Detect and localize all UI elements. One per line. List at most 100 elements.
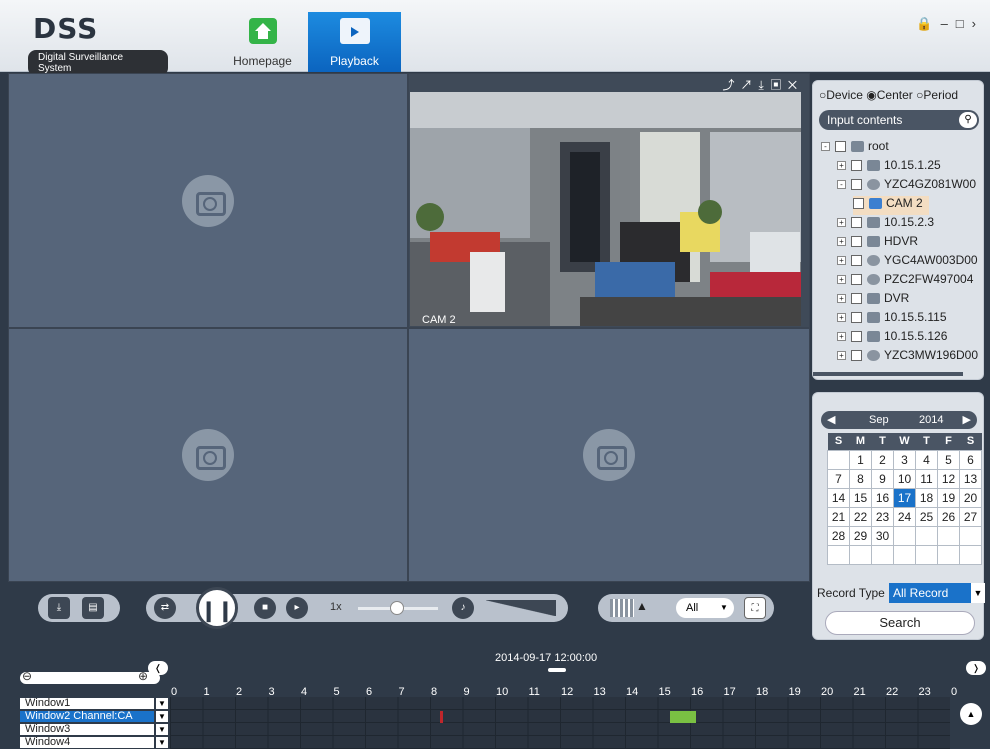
radio-device[interactable]: ○Device bbox=[819, 88, 863, 102]
tree-checkbox[interactable] bbox=[853, 198, 864, 210]
tree-node[interactable]: - root bbox=[821, 139, 889, 158]
window-mode-select[interactable]: All bbox=[676, 598, 720, 618]
calendar-day[interactable]: 15 bbox=[849, 487, 872, 508]
calendar-day[interactable]: 6 bbox=[959, 449, 982, 470]
zoom-in-icon[interactable]: ⊕ bbox=[138, 669, 148, 683]
row-dropdown-icon[interactable]: ▼ bbox=[156, 724, 168, 735]
calendar-day[interactable]: 7 bbox=[827, 468, 850, 489]
radio-center[interactable]: ◉Center bbox=[866, 88, 913, 102]
expander-icon[interactable]: - bbox=[821, 142, 830, 152]
tree-node[interactable]: - YZC4GZ081W00 bbox=[837, 177, 976, 196]
row-dropdown-icon[interactable]: ▼ bbox=[156, 698, 168, 709]
zoom-out-icon[interactable]: ⊖ bbox=[22, 669, 32, 683]
calendar-day[interactable]: 12 bbox=[937, 468, 960, 489]
window-row-label[interactable]: Window2 Channel:CA bbox=[20, 711, 154, 722]
calendar-day[interactable]: 22 bbox=[849, 506, 872, 527]
tree-checkbox[interactable] bbox=[851, 274, 862, 286]
calendar-day[interactable]: 24 bbox=[893, 506, 916, 527]
calendar-day[interactable]: 29 bbox=[849, 525, 872, 546]
expander-icon[interactable]: + bbox=[837, 294, 846, 304]
calendar-day[interactable]: 13 bbox=[959, 468, 982, 489]
prev-month-button[interactable]: ◀ bbox=[827, 411, 835, 429]
video-pane-3[interactable] bbox=[8, 328, 408, 582]
timeline-prev-button[interactable]: ❬ bbox=[148, 661, 168, 675]
calendar-day[interactable]: 18 bbox=[915, 487, 938, 508]
tree-node[interactable]: CAM 2 bbox=[853, 196, 929, 215]
expander-icon[interactable]: + bbox=[837, 313, 846, 323]
tree-checkbox[interactable] bbox=[835, 141, 846, 153]
tree-checkbox[interactable] bbox=[851, 179, 862, 191]
tree-checkbox[interactable] bbox=[851, 350, 862, 362]
tree-checkbox[interactable] bbox=[851, 331, 862, 343]
volume-slider[interactable] bbox=[486, 600, 556, 616]
normal-record-segment[interactable] bbox=[670, 711, 696, 723]
calendar-day[interactable]: 26 bbox=[937, 506, 960, 527]
calendar-day[interactable]: 11 bbox=[915, 468, 938, 489]
record-type-dropdown-icon[interactable]: ▼ bbox=[971, 583, 985, 603]
expander-icon[interactable]: + bbox=[837, 161, 846, 171]
calendar-day[interactable]: 19 bbox=[937, 487, 960, 508]
video-pane-1[interactable] bbox=[8, 73, 408, 328]
tree-node[interactable]: + YZC3MW196D00 bbox=[837, 348, 978, 367]
row-dropdown-icon[interactable]: ▼ bbox=[156, 711, 168, 722]
layout-arrow-icon[interactable]: ▲ bbox=[636, 599, 648, 613]
download-button[interactable]: ⤓ bbox=[48, 597, 70, 619]
close-button[interactable]: › bbox=[972, 16, 984, 31]
calendar-day[interactable]: 2 bbox=[871, 449, 894, 470]
video-pane-2[interactable]: ⤴↗⤓▣✕ CAM 2 bbox=[408, 73, 810, 328]
calendar-day[interactable]: 16 bbox=[871, 487, 894, 508]
tree-scrollbar[interactable] bbox=[813, 372, 963, 376]
calendar-day[interactable]: 25 bbox=[915, 506, 938, 527]
minimize-button[interactable]: – bbox=[941, 16, 956, 31]
calendar-day[interactable]: 20 bbox=[959, 487, 982, 508]
fullscreen-button[interactable]: ⛶ bbox=[744, 597, 766, 619]
speed-slider-thumb[interactable] bbox=[390, 601, 404, 615]
tree-node[interactable]: +10.15.2.3 bbox=[837, 215, 934, 234]
stop-button[interactable]: ■ bbox=[254, 597, 276, 619]
tree-node[interactable]: + YGC4AW003D00 bbox=[837, 253, 978, 272]
alarm-record-segment[interactable] bbox=[440, 711, 443, 723]
pause-button[interactable]: ❙❙ bbox=[196, 587, 238, 629]
timeline-cursor[interactable] bbox=[548, 668, 566, 672]
expander-icon[interactable]: + bbox=[837, 237, 846, 247]
tree-node[interactable]: +10.15.5.126 bbox=[837, 329, 947, 348]
calendar-day[interactable]: 1 bbox=[849, 449, 872, 470]
close-icon[interactable]: ✕ bbox=[788, 78, 803, 92]
calendar-day[interactable]: 8 bbox=[849, 468, 872, 489]
download-icon[interactable]: ⤓ bbox=[759, 78, 770, 92]
calendar-day[interactable]: 3 bbox=[893, 449, 916, 470]
video-frame[interactable]: CAM 2 bbox=[410, 92, 801, 326]
radio-period[interactable]: ○Period bbox=[916, 88, 958, 102]
expander-icon[interactable]: + bbox=[837, 218, 846, 228]
window-row-label[interactable]: Window1 bbox=[20, 698, 154, 709]
calendar-day[interactable]: 23 bbox=[871, 506, 894, 527]
tree-checkbox[interactable] bbox=[851, 312, 862, 324]
tree-checkbox[interactable] bbox=[851, 255, 862, 267]
video-pane-4[interactable] bbox=[408, 328, 810, 582]
maximize-button[interactable]: □ bbox=[956, 16, 972, 31]
tree-node[interactable]: + HDVR bbox=[837, 234, 918, 253]
step-forward-button[interactable]: ▸ bbox=[286, 597, 308, 619]
tree-node[interactable]: + PZC2FW497004 bbox=[837, 272, 973, 291]
expander-icon[interactable]: + bbox=[837, 351, 846, 361]
folder-button[interactable]: ▤ bbox=[82, 597, 104, 619]
calendar-day[interactable]: 5 bbox=[937, 449, 960, 470]
tree-checkbox[interactable] bbox=[851, 217, 862, 229]
window-mode-dropdown-icon[interactable]: ▼ bbox=[720, 598, 734, 618]
grid-layout-icon[interactable] bbox=[610, 599, 634, 617]
expander-icon[interactable]: + bbox=[837, 256, 846, 266]
scroll-up-button[interactable]: ▲ bbox=[960, 703, 982, 725]
timeline-track[interactable] bbox=[170, 697, 950, 749]
sync-button[interactable]: ⇄ bbox=[154, 597, 176, 619]
tree-checkbox[interactable] bbox=[851, 293, 862, 305]
window-row-label[interactable]: Window3 bbox=[20, 724, 154, 735]
export-icon[interactable]: ⤴ bbox=[722, 78, 740, 92]
pin-icon[interactable]: ↗ bbox=[741, 78, 759, 92]
next-month-button[interactable]: ▶ bbox=[963, 411, 971, 429]
mute-button[interactable]: ♪ bbox=[452, 597, 474, 619]
expander-icon[interactable]: + bbox=[837, 275, 846, 285]
calendar-day[interactable]: 21 bbox=[827, 506, 850, 527]
tree-checkbox[interactable] bbox=[851, 160, 862, 172]
row-dropdown-icon[interactable]: ▼ bbox=[156, 737, 168, 748]
search-input[interactable]: Input contents bbox=[819, 110, 979, 130]
